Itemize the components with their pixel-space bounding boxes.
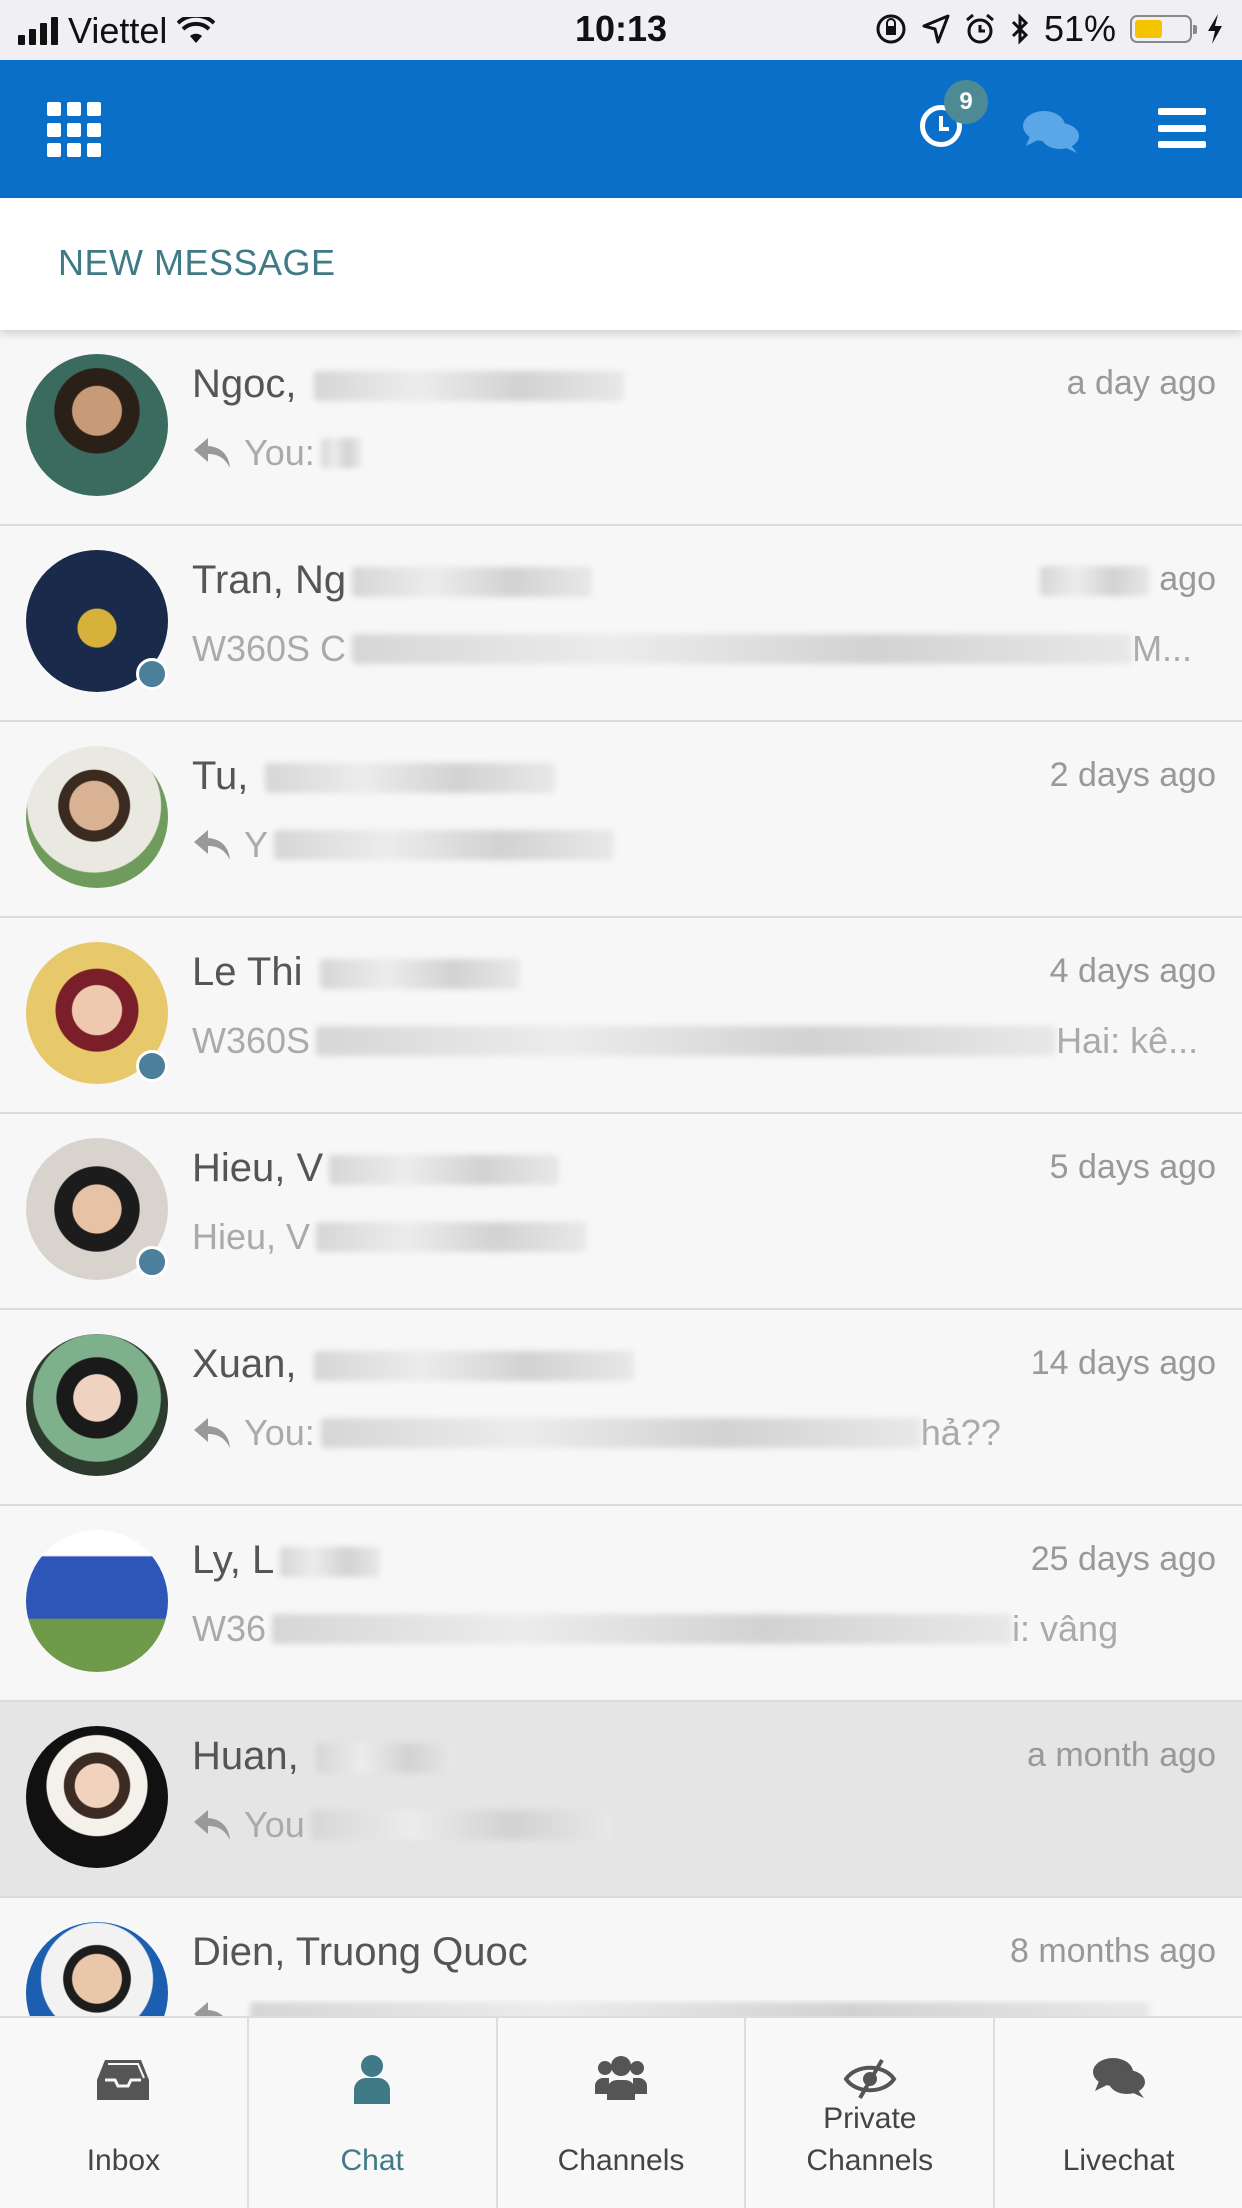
conversation-name: Ngoc,	[192, 362, 624, 407]
online-status-icon	[136, 658, 168, 690]
app-header: 9	[0, 60, 1242, 198]
tab-channels[interactable]: Channels	[498, 2018, 747, 2208]
avatar	[26, 1138, 168, 1280]
tab-inbox[interactable]: Inbox	[0, 2018, 249, 2208]
charging-icon	[1208, 14, 1222, 44]
conversation-name: Huan,	[192, 1734, 456, 1779]
tab-bar: Inbox Chat Channels Private Channels Liv…	[0, 2016, 1242, 2208]
conversation-time: 2 days ago	[1049, 756, 1216, 794]
conversation-time: a month ago	[1026, 1736, 1216, 1774]
conversation-preview: Y	[192, 824, 1202, 866]
conversation-item[interactable]: Xuan, 14 days ago You: hả??	[0, 1310, 1242, 1506]
conversation-name: Dien, Truong Quoc	[192, 1930, 528, 1974]
reply-icon	[194, 2002, 223, 2016]
avatar	[26, 746, 168, 888]
status-bar: Viettel 10:13 51%	[0, 0, 1242, 60]
conversation-name: Xuan,	[192, 1342, 634, 1387]
conversation-name: Le Thi	[192, 950, 520, 995]
new-message-button[interactable]: NEW MESSAGE	[58, 242, 336, 284]
tab-livechat[interactable]: Livechat	[995, 2018, 1242, 2208]
conversation-name: Hieu, V	[192, 1146, 560, 1191]
reply-icon	[194, 830, 230, 860]
conversation-item[interactable]: Hieu, V 5 days ago Hieu, V	[0, 1114, 1242, 1310]
conversation-time: 14 days ago	[1030, 1344, 1216, 1382]
status-right: 51%	[874, 8, 1224, 50]
tab-label: Inbox	[86, 2144, 161, 2177]
online-status-icon	[136, 1050, 168, 1082]
avatar	[26, 1726, 168, 1868]
chat-bubbles-icon	[1092, 2058, 1145, 2098]
conversation-preview: Hieu, V	[192, 1216, 1202, 1258]
alarm-icon	[965, 13, 994, 44]
location-icon	[922, 14, 950, 44]
conversation-preview: You: hả??	[192, 1412, 1202, 1454]
tab-label: Livechat	[1062, 2144, 1175, 2177]
conversation-time: 25 days ago	[1030, 1540, 1216, 1578]
online-status-icon	[136, 1246, 168, 1278]
bluetooth-icon	[1011, 13, 1029, 45]
users-group-icon	[594, 2056, 647, 2100]
avatar	[26, 942, 168, 1084]
conversation-item[interactable]: Le Thi 4 days ago W360S Hai: kê...	[0, 918, 1242, 1114]
conversation-name: Ly, L	[192, 1538, 381, 1583]
avatar	[26, 1530, 168, 1672]
tab-chat[interactable]: Chat	[249, 2018, 498, 2208]
conversation-item[interactable]: Ly, L 25 days ago W36 i: vâng	[0, 1506, 1242, 1702]
tab-label: Channels	[557, 2144, 685, 2177]
apps-grid-icon[interactable]	[47, 102, 103, 158]
conversation-preview	[192, 2000, 1202, 2016]
notification-badge: 9	[944, 80, 988, 124]
tab-label: Chat	[340, 2144, 404, 2177]
user-icon	[354, 2055, 391, 2104]
conversation-item[interactable]: Ngoc, a day ago You:	[0, 330, 1242, 526]
conversation-time: ago	[1034, 560, 1216, 599]
chat-bubbles-button[interactable]	[1022, 108, 1080, 156]
conversation-time: 5 days ago	[1049, 1148, 1216, 1186]
menu-icon[interactable]	[1158, 108, 1206, 148]
new-message-bar[interactable]: NEW MESSAGE	[0, 198, 1242, 330]
inbox-icon	[97, 2060, 150, 2100]
conversation-item[interactable]: Tu, 2 days ago Y	[0, 722, 1242, 918]
conversation-item[interactable]: Dien, Truong Quoc 8 months ago	[0, 1898, 1242, 2016]
reply-icon	[194, 1418, 230, 1448]
conversation-preview: You:	[192, 432, 1202, 474]
conversation-time: 4 days ago	[1049, 952, 1216, 990]
conversation-item[interactable]: Tran, Ng ago W360S C M...	[0, 526, 1242, 722]
conversation-time: 8 months ago	[1009, 1932, 1216, 1970]
avatar	[26, 1922, 168, 2016]
battery-percent: 51%	[1043, 8, 1116, 49]
avatar	[26, 1334, 168, 1476]
conversation-name: Tran, Ng	[192, 558, 593, 603]
rotation-lock-icon	[876, 14, 906, 44]
tab-label: Private Channels	[806, 2102, 934, 2177]
conversation-name: Tu,	[192, 754, 556, 799]
conversation-preview: W360S Hai: kê...	[192, 1020, 1199, 1061]
reply-icon	[194, 438, 230, 468]
conversation-preview: You	[192, 1804, 1202, 1846]
eye-slash-icon	[843, 2058, 897, 2100]
conversation-item[interactable]: Huan, a month ago You	[0, 1702, 1242, 1898]
conversation-list[interactable]: Ngoc, a day ago You: Tran, Ng ago W360S …	[0, 330, 1242, 2016]
conversation-preview: W36 i: vâng	[192, 1608, 1119, 1649]
conversation-preview: W360S C M...	[192, 628, 1193, 669]
reply-icon	[194, 1810, 230, 1840]
tab-private-channels[interactable]: Private Channels	[746, 2018, 996, 2208]
avatar	[26, 550, 168, 692]
chat-bubbles-icon	[1023, 111, 1079, 153]
conversation-time: a day ago	[1066, 364, 1216, 402]
avatar	[26, 354, 168, 496]
battery-icon	[1130, 15, 1197, 43]
